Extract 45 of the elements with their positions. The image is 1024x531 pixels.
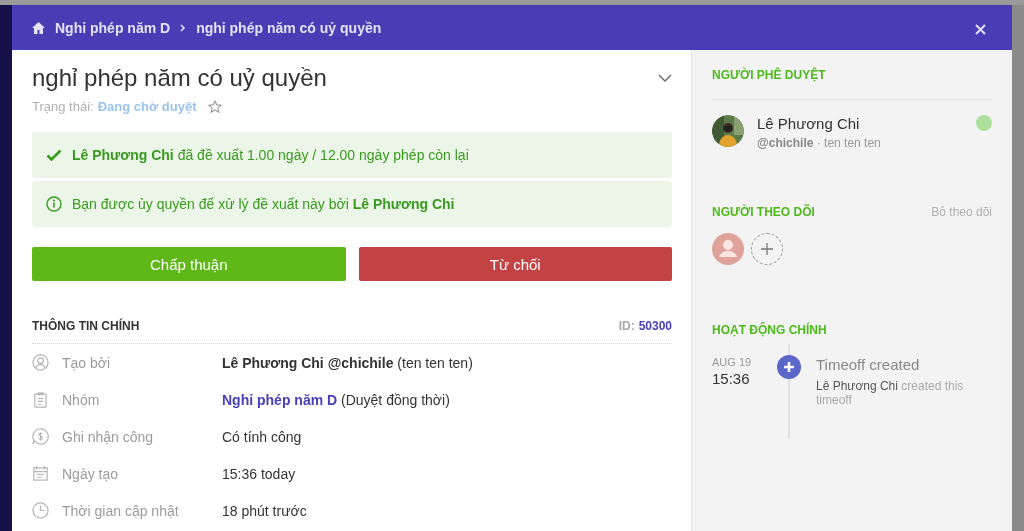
field-value: 18 phút trước — [222, 502, 307, 519]
page-title: nghỉ phép năm có uỷ quyền — [32, 64, 327, 92]
section-heading: THÔNG TIN CHÍNH — [32, 319, 140, 333]
user-icon — [32, 354, 49, 371]
breadcrumb-link[interactable]: Nghỉ phép năm D — [55, 19, 171, 36]
section-heading: HOẠT ĐỘNG CHÍNH — [712, 323, 828, 337]
info-icon — [46, 196, 62, 212]
status-label: Trạng thái: — [32, 99, 94, 114]
plus-icon — [761, 243, 773, 255]
breadcrumb-link[interactable]: nghỉ phép năm có uỷ quyền — [196, 19, 382, 36]
avatar-icon — [712, 233, 744, 265]
field-label: Tạo bởi — [62, 354, 112, 371]
close-icon — [975, 23, 986, 35]
id-label: ID: — [618, 319, 635, 333]
status-value: Đang chờ duyệt — [97, 99, 197, 114]
check-icon — [46, 147, 62, 163]
section-heading: NGƯỜI THEO DÕI — [712, 205, 815, 219]
field-label: Ngày tạo — [62, 465, 120, 482]
event-time: 15:36 — [712, 370, 751, 387]
dollar-icon — [32, 428, 49, 445]
home-icon[interactable] — [32, 21, 45, 34]
section-heading: NGƯỜI PHÊ DUYỆT — [712, 68, 827, 82]
field-value: Có tính công — [222, 428, 302, 445]
field-label: Nhóm — [62, 391, 101, 408]
star-icon[interactable] — [208, 99, 223, 114]
chevron-icon — [180, 23, 187, 32]
clock-icon — [32, 502, 49, 519]
calendar-icon — [32, 465, 49, 482]
approver-detail: @chichile · ten ten ten — [757, 136, 881, 150]
approver-name: Lê Phương Chi — [757, 115, 861, 132]
chevron-down-icon[interactable] — [658, 73, 672, 83]
field-label: Thời gian cập nhật — [62, 502, 180, 519]
event-title: Timeoff created — [816, 356, 921, 373]
alert-text: Lê Phương Chi đã đề xuất 1.00 ngày / 12.00 ngày phép còn lại — [72, 147, 469, 163]
field-value: Lê Phương Chi @chichile (ten ten ten) — [222, 354, 473, 371]
event-date: AUG 19 — [712, 356, 753, 368]
id-value: 50300 — [638, 319, 672, 333]
field-value: Nghỉ phép năm D (Duyệt đồng thời) — [222, 391, 450, 408]
reject-button[interactable]: Từ chối — [358, 247, 672, 281]
plus-icon — [777, 355, 801, 379]
alert-text: Bạn được ủy quyền để xử lý đề xuất này bởi Lê Phương Chi — [72, 196, 455, 212]
event-description: Lê Phương Chi created this timeoff — [816, 379, 965, 408]
field-value: 15:36 today — [222, 465, 296, 482]
clipboard-icon — [32, 391, 49, 408]
field-label: Ghi nhận công — [62, 428, 155, 445]
